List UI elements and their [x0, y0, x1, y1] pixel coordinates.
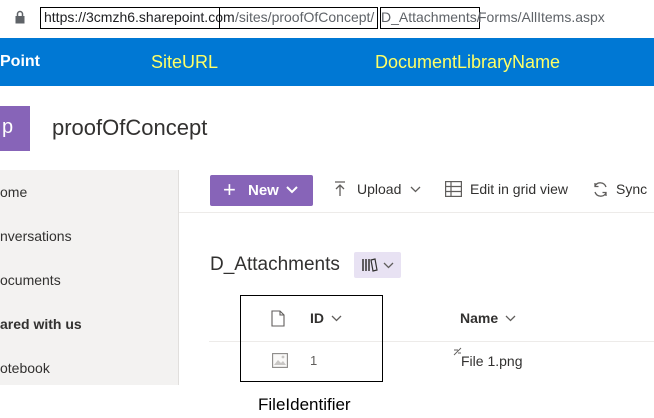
site-logo[interactable]: p: [0, 106, 30, 151]
edit-grid-view-button[interactable]: Edit in grid view: [470, 181, 568, 197]
url-host: https://3cmzh6.sharepoint.com: [44, 9, 235, 25]
sync-icon: [594, 182, 607, 197]
new-button-label: New: [248, 182, 279, 199]
nav-item-home[interactable]: ome: [0, 184, 27, 200]
chevron-down-icon: [383, 262, 394, 269]
app-brand[interactable]: Point: [0, 53, 40, 71]
nav-item-conversations[interactable]: nversations: [0, 228, 72, 244]
new-button[interactable]: + New: [210, 175, 313, 206]
annotation-library-name: DocumentLibraryName: [375, 52, 561, 72]
site-title[interactable]: proofOfConcept: [52, 115, 207, 141]
row-file-name[interactable]: File 1.png: [461, 353, 522, 369]
column-header-name[interactable]: Name: [460, 310, 498, 326]
chevron-down-icon[interactable]: [410, 186, 421, 193]
nav-item-documents[interactable]: ocuments: [0, 272, 61, 288]
upload-button[interactable]: Upload: [357, 181, 401, 197]
url-library: D_Attachments/: [381, 9, 481, 25]
nav-item-shared-with-us[interactable]: ared with us: [0, 316, 82, 332]
site-logo-letter: p: [2, 116, 14, 138]
chevron-down-icon[interactable]: [505, 315, 516, 322]
command-bar-divider: [179, 212, 654, 213]
url-site-path: /sites/proofOfConcept/: [235, 9, 375, 25]
upload-icon: [335, 181, 345, 196]
library-icon: [362, 258, 378, 272]
annotation-box-file-identifier: [240, 295, 383, 382]
library-title: D_Attachments: [210, 254, 340, 275]
lock-icon: [15, 10, 25, 24]
plus-icon: +: [223, 177, 236, 202]
annotation-file-identifier: FileIdentifier: [258, 395, 351, 414]
library-view-button[interactable]: [354, 252, 401, 278]
chevron-down-icon: [286, 186, 298, 194]
sync-button[interactable]: Sync: [616, 181, 647, 197]
grid-icon: [445, 181, 462, 197]
nav-item-notebook[interactable]: otebook: [0, 360, 50, 376]
annotation-site-url: SiteURL: [151, 52, 219, 72]
url-tail: Forms/AllItems.aspx: [478, 9, 605, 25]
nav-divider: [178, 170, 179, 385]
